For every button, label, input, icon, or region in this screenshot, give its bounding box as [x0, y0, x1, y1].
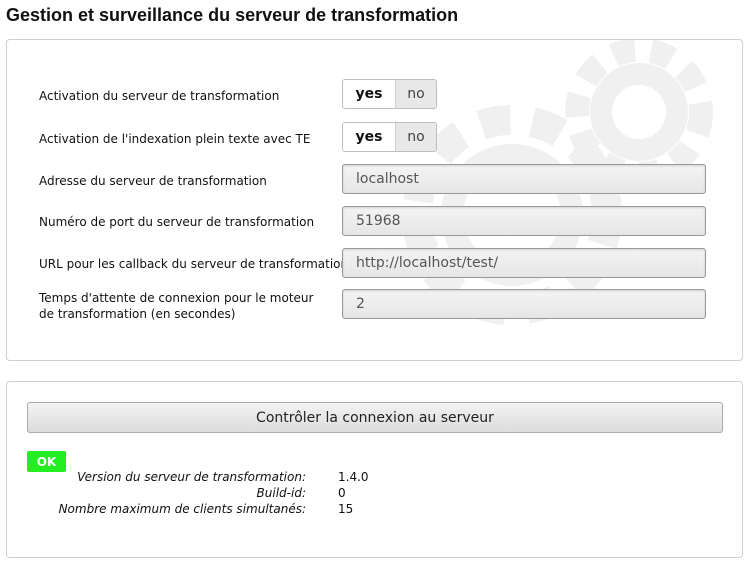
status-badge: OK: [27, 451, 66, 472]
fulltext-indexing-toggle[interactable]: yes no: [342, 122, 437, 152]
server-version-label: Version du serveur de transformation:: [77, 470, 306, 484]
build-id-label: Build-id:: [256, 486, 306, 500]
transformation-server-settings-panel: Activation du serveur de transformation …: [6, 39, 743, 361]
connection-check-panel: Contrôler la connexion au serveur OK Ver…: [6, 381, 743, 558]
server-port-label: Numéro de port du serveur de transformat…: [39, 215, 315, 229]
fulltext-indexing-yes-option[interactable]: yes: [343, 123, 396, 151]
server-address-label: Adresse du serveur de transformation: [39, 174, 267, 188]
fulltext-indexing-no-option[interactable]: no: [396, 123, 436, 151]
build-id-value: 0: [338, 486, 346, 500]
server-port-input[interactable]: [342, 206, 706, 236]
server-activation-no-option[interactable]: no: [396, 80, 436, 108]
connection-timeout-label: Temps d'attente de connexion pour le mot…: [39, 291, 314, 321]
server-address-input[interactable]: [342, 164, 706, 194]
page-title: Gestion et surveillance du serveur de tr…: [6, 5, 459, 25]
fulltext-indexing-label: Activation de l'indexation plein texte a…: [39, 132, 311, 146]
server-activation-label: Activation du serveur de transformation: [39, 89, 280, 103]
callback-url-label: URL pour les callback du serveur de tran…: [39, 257, 349, 271]
callback-url-input[interactable]: [342, 248, 706, 278]
server-activation-yes-option[interactable]: yes: [343, 80, 396, 108]
max-clients-label: Nombre maximum de clients simultanés:: [58, 502, 306, 516]
server-activation-toggle[interactable]: yes no: [342, 79, 437, 109]
server-version-value: 1.4.0: [338, 470, 369, 484]
check-connection-button[interactable]: Contrôler la connexion au serveur: [27, 402, 723, 433]
connection-timeout-input[interactable]: [342, 289, 706, 319]
max-clients-value: 15: [338, 502, 354, 516]
